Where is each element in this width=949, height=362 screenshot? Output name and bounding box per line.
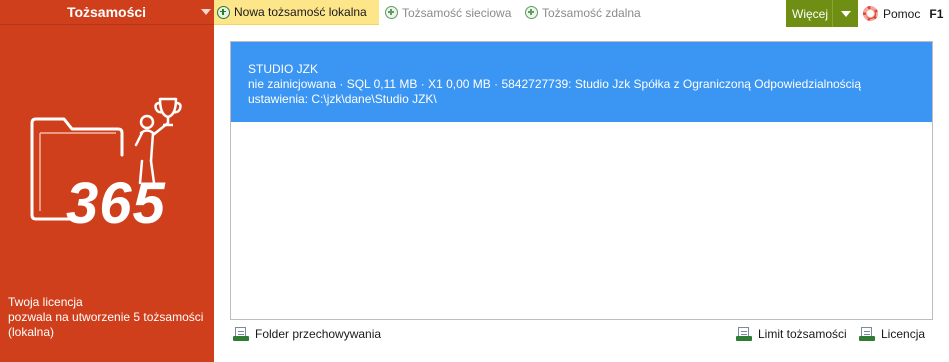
more-button[interactable]: Więcej	[786, 0, 858, 27]
chevron-down-icon[interactable]	[201, 9, 211, 15]
license-link[interactable]: Licencja	[859, 324, 925, 344]
license-line: Twoja licencja	[8, 295, 83, 309]
storage-folder-link[interactable]: Folder przechowywania	[233, 324, 381, 344]
help-button[interactable]: Pomoc F1	[862, 0, 944, 27]
network-identity-button[interactable]: Tożsamość sieciowa	[382, 0, 511, 25]
add-circle-icon	[385, 6, 398, 19]
certificate-icon	[736, 327, 752, 341]
help-label: Pomoc	[883, 6, 921, 21]
app-logo: 365	[30, 97, 182, 236]
add-circle-icon	[217, 5, 230, 19]
identity-limit-label: Limit tożsamości	[758, 327, 847, 341]
license-label: Licencja	[881, 327, 926, 341]
divider	[832, 0, 833, 27]
certificate-icon	[859, 327, 875, 341]
new-local-identity-label: Nowa tożsamość lokalna	[234, 5, 367, 19]
remote-identity-button[interactable]: Tożsamość zdalna	[522, 0, 641, 25]
more-label: Więcej	[792, 6, 829, 21]
identity-limit-link[interactable]: Limit tożsamości	[736, 324, 847, 344]
identity-settings-path: ustawienia: C:\jzk\dane\Studio JZK\	[248, 92, 437, 106]
toolbar: Nowa tożsamość lokalna Tożsamość sieciow…	[214, 0, 949, 27]
sidebar: Tożsamości 365 Twoja licencja pozwala na…	[0, 0, 214, 362]
list-item[interactable]: STUDIO JZK nie zainicjowana · SQL 0,11 M…	[231, 42, 932, 122]
add-circle-icon	[525, 6, 538, 19]
sidebar-title: Tożsamości	[66, 4, 147, 20]
identity-list[interactable]: STUDIO JZK nie zainicjowana · SQL 0,11 M…	[230, 41, 933, 320]
lifebuoy-icon	[862, 5, 879, 22]
license-info: Twoja licencja pozwala na utworzenie 5 t…	[8, 295, 208, 340]
license-line: pozwala na utworzenie 5 tożsamości	[8, 310, 204, 324]
chevron-down-icon[interactable]	[841, 10, 851, 17]
sidebar-header[interactable]: Tożsamości	[0, 0, 214, 25]
certificate-icon	[233, 327, 249, 341]
remote-identity-label: Tożsamość zdalna	[542, 5, 641, 20]
network-identity-label: Tożsamość sieciowa	[402, 5, 512, 20]
identity-name: STUDIO JZK	[248, 62, 319, 76]
new-local-identity-button[interactable]: Nowa tożsamość lokalna	[214, 0, 379, 25]
help-shortcut: F1	[929, 6, 944, 21]
logo-text: 365	[66, 171, 166, 236]
storage-folder-label: Folder przechowywania	[255, 327, 382, 341]
license-line: (lokalna)	[8, 325, 55, 339]
identity-details: nie zainicjowana · SQL 0,11 MB · X1 0,00…	[248, 77, 862, 91]
